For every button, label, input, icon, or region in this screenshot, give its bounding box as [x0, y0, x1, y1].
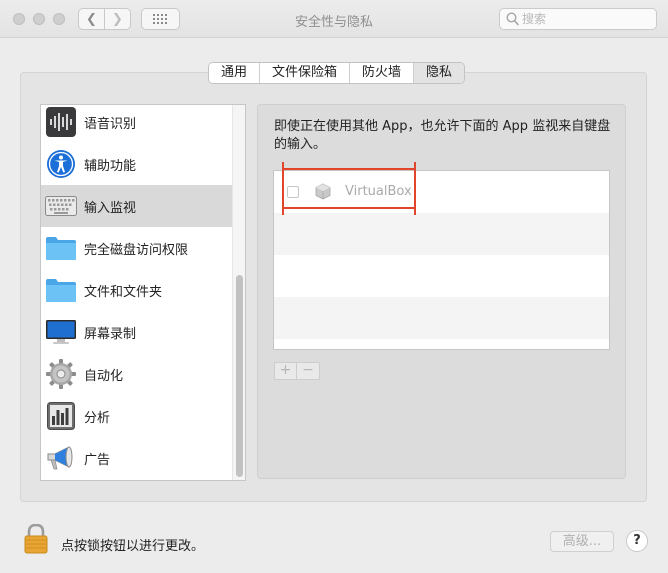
advanced-button[interactable]: 高级...	[550, 531, 614, 552]
sidebar-item-automation[interactable]: 自动化	[41, 353, 232, 395]
tab-general[interactable]: 通用	[209, 63, 261, 83]
remove-app-button[interactable]: −	[297, 363, 319, 379]
sidebar-item-label: 辅助功能	[84, 158, 137, 174]
sidebar-item-advertising[interactable]: 广告	[41, 437, 232, 479]
app-name: VirtualBox	[345, 184, 412, 199]
waveform-icon	[45, 106, 77, 138]
folder-icon	[45, 232, 77, 264]
accessibility-icon	[45, 148, 77, 180]
sidebar-item-accessibility[interactable]: 辅助功能	[41, 143, 232, 185]
sidebar-item-label: 完全磁盘访问权限	[84, 242, 189, 258]
cube-icon	[315, 183, 331, 200]
app-list: VirtualBox	[273, 170, 610, 350]
sidebar-item-speech-recognition[interactable]: 语音识别	[41, 105, 232, 143]
sidebar-item-full-disk-access[interactable]: 完全磁盘访问权限	[41, 227, 232, 269]
list-item	[274, 297, 609, 339]
app-enable-checkbox[interactable]	[287, 186, 299, 198]
list-item	[274, 255, 609, 297]
tab-privacy[interactable]: 隐私	[414, 63, 465, 83]
search-field[interactable]	[499, 8, 657, 30]
sidebar-item-input-monitoring[interactable]: 输入监视	[41, 185, 232, 227]
search-input[interactable]	[522, 11, 652, 27]
folder-icon	[45, 274, 77, 306]
lock-icon	[24, 523, 48, 554]
megaphone-icon	[45, 442, 77, 474]
title-bar: ❮ ❯ 安全性与隐私	[0, 0, 668, 38]
sidebar-item-label: 分析	[84, 410, 111, 426]
sidebar-item-analytics[interactable]: 分析	[41, 395, 232, 437]
sidebar-item-label: 输入监视	[84, 200, 137, 216]
help-button[interactable]: ?	[626, 530, 648, 552]
gear-icon	[45, 358, 77, 390]
search-icon	[506, 12, 519, 26]
list-item[interactable]: VirtualBox	[274, 171, 609, 213]
add-app-button[interactable]: +	[275, 363, 297, 379]
tab-bar: 通用 文件保险箱 防火墙 隐私	[208, 62, 466, 84]
monitor-icon	[45, 316, 77, 348]
sidebar-item-label: 自动化	[84, 368, 124, 384]
sidebar-item-label: 语音识别	[84, 116, 137, 132]
lock-hint: 点按锁按钮以进行更改。	[61, 539, 205, 554]
keyboard-icon	[45, 190, 77, 222]
tab-filevault[interactable]: 文件保险箱	[260, 63, 351, 83]
sidebar-item-label: 屏幕录制	[84, 326, 137, 342]
scrollbar-thumb[interactable]	[236, 275, 243, 477]
privacy-category-list: 语音识别 辅助功能 输入监视 完全磁盘访问权限 文件和文件夹 屏幕录制 自动化 …	[40, 104, 246, 481]
sidebar-item-label: 广告	[84, 452, 111, 468]
tab-firewall[interactable]: 防火墙	[350, 63, 415, 83]
sidebar-item-label: 文件和文件夹	[84, 284, 163, 300]
bar-chart-icon	[45, 400, 77, 432]
add-remove-control: + −	[274, 362, 320, 380]
sidebar-item-files-and-folders[interactable]: 文件和文件夹	[41, 269, 232, 311]
list-item	[274, 213, 609, 255]
lock-button[interactable]	[24, 523, 48, 558]
sidebar-item-screen-recording[interactable]: 屏幕录制	[41, 311, 232, 353]
permission-description: 即使正在使用其他 App，也允许下面的 App 监视来自键盘的输入。	[274, 119, 611, 152]
sidebar-scrollbar[interactable]	[232, 105, 245, 480]
